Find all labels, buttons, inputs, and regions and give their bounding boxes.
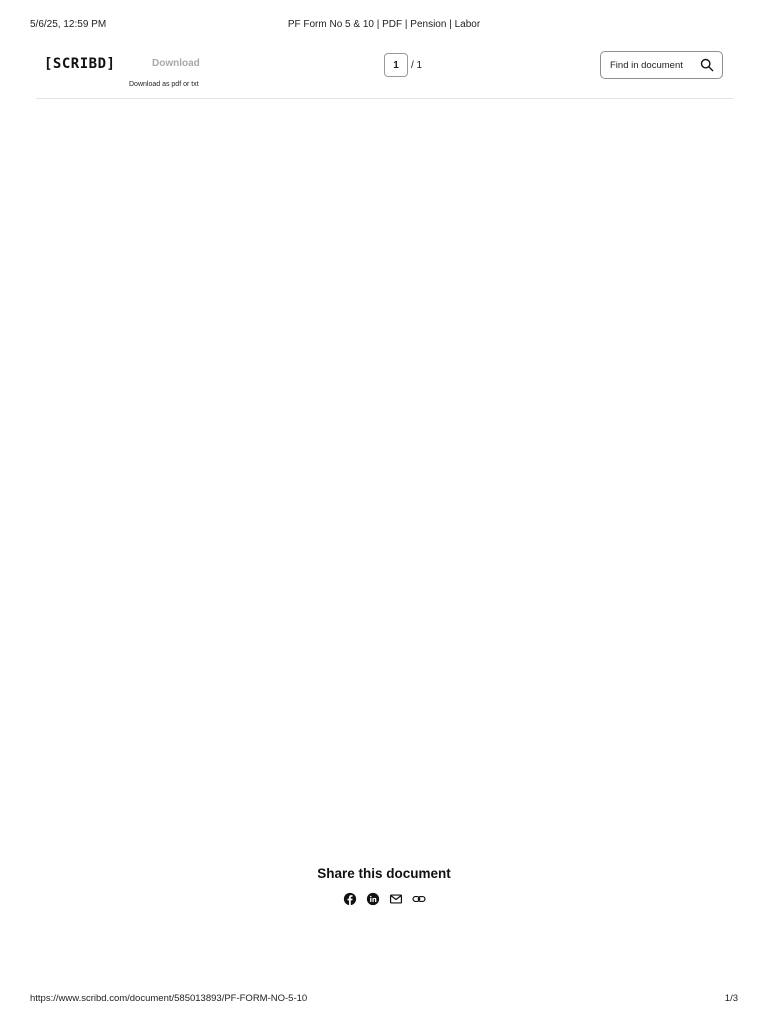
page-number-input[interactable]: 1 (384, 53, 408, 77)
share-title: Share this document (317, 866, 451, 881)
facebook-icon[interactable] (343, 892, 357, 906)
page-navigator: 1 / 1 (384, 52, 422, 78)
share-icons (0, 892, 768, 906)
print-page-title: PF Form No 5 & 10 | PDF | Pension | Labo… (287, 19, 481, 30)
download-as-pdf-txt-link[interactable]: Download as pdf or txt (129, 81, 199, 88)
find-in-document-input[interactable]: Find in document (600, 51, 723, 79)
email-icon[interactable] (389, 892, 403, 906)
document-toolbar: [SCRIBD] Download Download as pdf or txt… (36, 44, 733, 99)
download-button[interactable]: Download (152, 58, 200, 69)
print-footer: https://www.scribd.com/document/58501389… (0, 993, 768, 1007)
print-header: 5/6/25, 12:59 PM PF Form No 5 & 10 | PDF… (0, 19, 768, 33)
print-page-count: 1/3 (724, 993, 738, 1004)
find-placeholder: Find in document (610, 59, 683, 71)
linkedin-icon[interactable] (366, 892, 380, 906)
print-url: https://www.scribd.com/document/58501389… (30, 993, 308, 1004)
share-section: Share this document (0, 866, 768, 906)
link-icon[interactable] (411, 892, 426, 906)
scribd-logo[interactable]: [SCRIBD] (44, 56, 115, 72)
search-icon[interactable] (700, 58, 714, 72)
page-total: / 1 (411, 59, 423, 71)
